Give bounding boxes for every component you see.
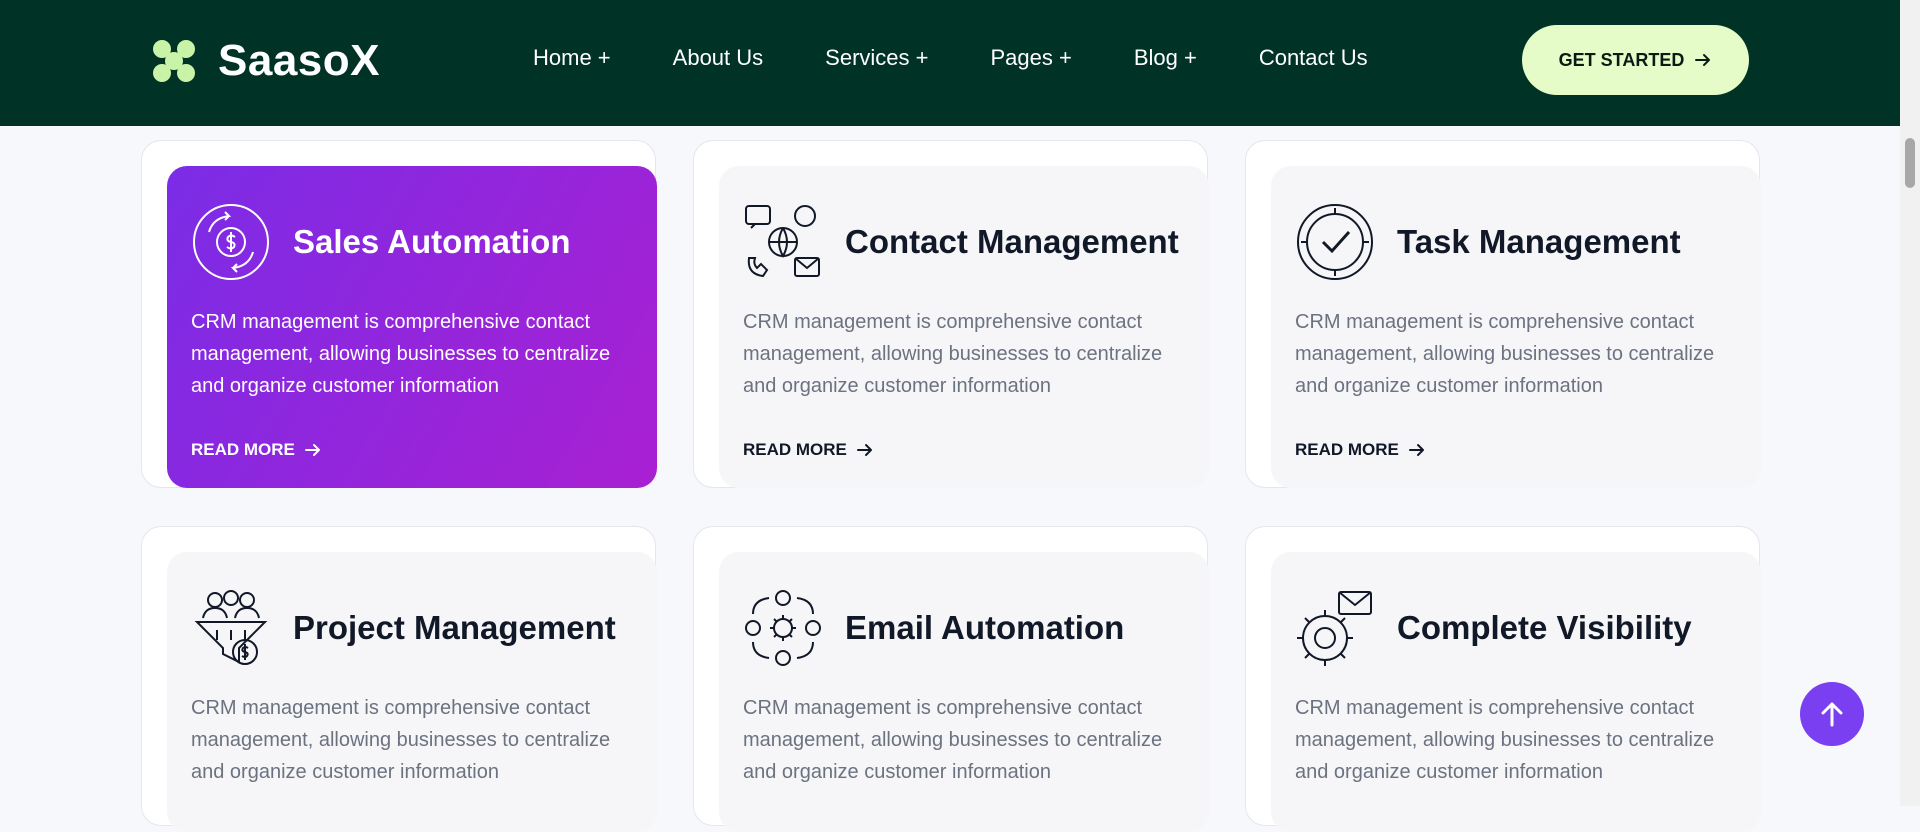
card-description: CRM management is comprehensive contact … [191, 697, 611, 783]
nav-pages[interactable]: Pages + [990, 45, 1071, 71]
card-description: CRM management is comprehensive contact … [1295, 311, 1715, 397]
service-card-contact-management[interactable]: Contact Management CRM management is com… [719, 166, 1209, 488]
nav-blog[interactable]: Blog + [1134, 45, 1197, 71]
arrow-right-icon [856, 444, 872, 456]
card-description: CRM management is comprehensive contact … [743, 311, 1163, 397]
read-more-link[interactable]: READ MORE [743, 440, 1185, 460]
service-card-email-automation[interactable]: Email Automation CRM management is compr… [719, 552, 1209, 832]
nav-home[interactable]: Home + [533, 45, 611, 71]
card-title: Email Automation [845, 609, 1125, 646]
arrow-right-icon [1695, 54, 1711, 66]
logo-text: SaasoX [218, 36, 380, 85]
site-header: SaasoX Home + About Us Services + Pages … [0, 0, 1900, 126]
read-more-label: READ MORE [1295, 440, 1399, 459]
card-title: Project Management [293, 609, 616, 646]
back-to-top-button[interactable] [1800, 682, 1864, 746]
get-started-label: GET STARTED [1558, 49, 1685, 70]
service-card-task-management[interactable]: Task Management CRM management is compre… [1271, 166, 1761, 488]
logo[interactable]: SaasoX [150, 36, 380, 86]
arrow-right-icon [304, 444, 320, 456]
arrow-up-icon [1821, 702, 1843, 727]
nav-about[interactable]: About Us [673, 45, 764, 71]
get-started-button[interactable]: GET STARTED [1522, 25, 1749, 95]
contact-network-icon [745, 205, 820, 278]
dollar-cycle-icon [193, 204, 269, 280]
clock-check-icon [1297, 204, 1373, 280]
gear-mail-icon [1297, 591, 1372, 666]
card-description: CRM management is comprehensive contact … [191, 311, 611, 397]
logo-icon [153, 40, 195, 82]
read-more-label: READ MORE [191, 440, 295, 459]
card-title: Task Management [1397, 223, 1681, 260]
team-funnel-icon [194, 590, 268, 665]
nav-services[interactable]: Services + [825, 45, 928, 71]
card-description: CRM management is comprehensive contact … [743, 697, 1163, 783]
card-title: Sales Automation [293, 223, 571, 260]
scrollbar-track[interactable] [1900, 0, 1920, 806]
service-card-project-management[interactable]: Project Management CRM management is com… [167, 552, 657, 832]
card-description: CRM management is comprehensive contact … [1295, 697, 1715, 783]
card-title: Complete Visibility [1397, 609, 1692, 646]
arrow-right-icon [1408, 444, 1424, 456]
read-more-label: READ MORE [743, 440, 847, 459]
gear-cycle-icon [745, 590, 821, 666]
service-card-sales-automation[interactable]: Sales Automation CRM management is compr… [167, 166, 657, 488]
main-nav: Home + About Us Services + Pages + Blog … [533, 45, 1430, 71]
scrollbar-thumb[interactable] [1905, 138, 1915, 188]
read-more-link[interactable]: READ MORE [1295, 440, 1737, 460]
nav-contact[interactable]: Contact Us [1259, 45, 1368, 71]
read-more-link[interactable]: READ MORE [191, 440, 633, 460]
card-title: Contact Management [845, 223, 1179, 260]
service-card-complete-visibility[interactable]: Complete Visibility CRM management is co… [1271, 552, 1761, 832]
